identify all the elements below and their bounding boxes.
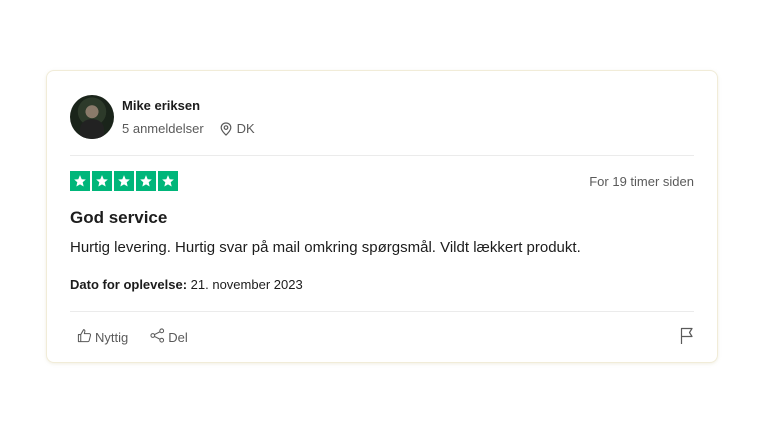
reviewer-name[interactable]: Mike eriksen: [122, 98, 255, 114]
share-label: Del: [168, 329, 188, 345]
share-icon: [150, 328, 165, 346]
divider: [70, 311, 694, 312]
location-pin-icon: [220, 121, 232, 136]
experience-date-label: Dato for oplevelse:: [70, 277, 188, 292]
star-icon: [114, 171, 134, 191]
reviewer-header: Mike eriksen 5 anmeldelser DK: [70, 95, 255, 139]
star-icon: [136, 171, 156, 191]
experience-date-value: 21. november 2023: [190, 277, 303, 292]
experience-date: Dato for oplevelse: 21. november 2023: [70, 277, 303, 292]
flag-icon[interactable]: [679, 327, 695, 350]
review-count: 5 anmeldelser: [122, 121, 204, 136]
star-rating: [70, 171, 178, 191]
avatar[interactable]: [70, 95, 114, 139]
reviewer-meta: 5 anmeldelser DK: [122, 121, 255, 136]
review-card: Mike eriksen 5 anmeldelser DK For 19 tim…: [46, 70, 718, 363]
share-button[interactable]: Del: [150, 328, 188, 346]
reviewer-info: Mike eriksen 5 anmeldelser DK: [122, 98, 255, 136]
review-title[interactable]: God service: [70, 208, 167, 228]
star-icon: [158, 171, 178, 191]
useful-button[interactable]: Nyttig: [77, 328, 128, 346]
review-actions: Nyttig Del: [77, 328, 188, 346]
star-icon: [92, 171, 112, 191]
star-icon: [70, 171, 90, 191]
reviewer-country: DK: [236, 121, 255, 136]
thumbs-up-icon: [77, 328, 92, 346]
review-text: Hurtig levering. Hurtig svar på mail omk…: [70, 239, 581, 256]
useful-label: Nyttig: [95, 329, 129, 345]
review-relative-date: For 19 timer siden: [589, 174, 694, 189]
divider: [70, 155, 694, 156]
